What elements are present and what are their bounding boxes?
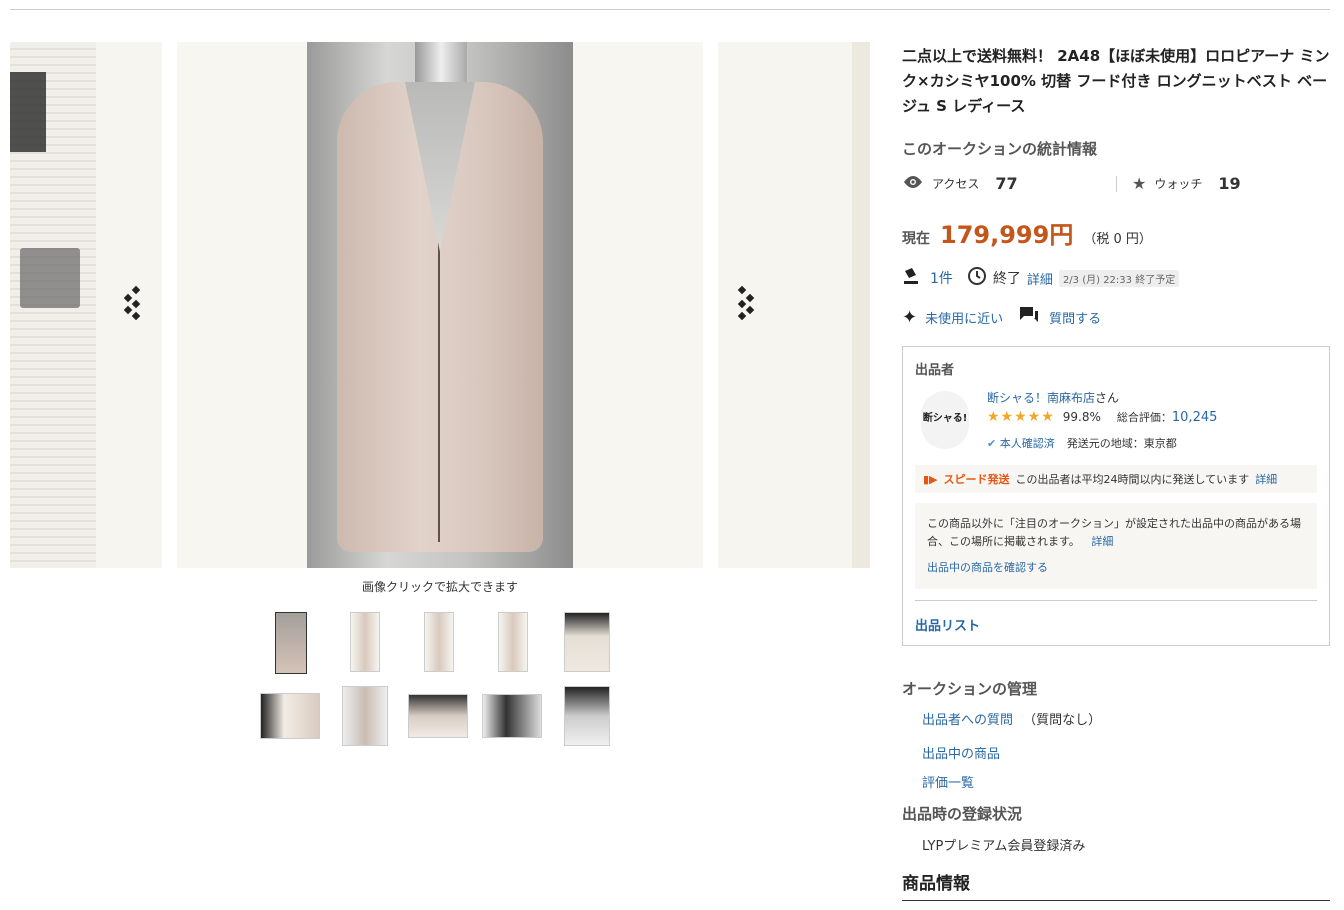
ratings-list-link[interactable]: 評価一覧 — [922, 772, 974, 791]
zoom-hint: 画像クリックで拡大できます — [361, 580, 518, 594]
eye-icon — [902, 175, 924, 192]
product-photo[interactable] — [307, 42, 573, 568]
thumbnail[interactable] — [260, 693, 320, 739]
ask-question-link[interactable]: 質問する — [1049, 308, 1101, 327]
seller-box: 出品者 断シャる! 断シャる！南麻布店さん ★★★★★ 99.8% 総合評価： … — [902, 346, 1330, 646]
stats-heading: このオークションの統計情報 — [902, 140, 1098, 158]
hammer-icon — [902, 267, 924, 289]
bid-info: 1件 終了 詳細 2/3 (月) 22:33 終了予定 — [902, 266, 1180, 290]
seller-question-link[interactable]: 出品者への質問 — [922, 713, 1013, 728]
clock-icon — [967, 266, 987, 290]
rating-stars-icon: ★★★★★ — [987, 409, 1055, 425]
seller-divider — [915, 600, 1317, 601]
shield-check-icon: ✔ — [987, 437, 997, 450]
product-info-divider — [902, 900, 1330, 901]
auction-status: 終了 — [992, 271, 1021, 287]
next-arrow-icon[interactable] — [730, 285, 760, 325]
product-info-heading: 商品情報 — [902, 874, 970, 894]
thumbnail[interactable] — [350, 612, 380, 672]
verified-link[interactable]: 本人確認済 — [1000, 437, 1055, 450]
tax-amount: （税 0 円） — [1083, 232, 1152, 247]
current-price: 179,999円 — [940, 221, 1074, 249]
question-row: 出品者への質問 （質問なし） — [922, 709, 1101, 728]
top-divider — [10, 9, 1330, 10]
seller-verify: ✔ 本人確認済 発送元の地域：東京都 — [987, 435, 1177, 451]
condition-link[interactable]: 未使用に近い — [925, 308, 1003, 327]
seller-name-link[interactable]: 断シャる！南麻布店 — [987, 391, 1095, 405]
thumbnail[interactable] — [424, 612, 454, 672]
stats-divider — [1116, 176, 1117, 192]
end-time-badge: 2/3 (月) 22:33 終了予定 — [1058, 269, 1180, 287]
question-note: （質問なし） — [1023, 713, 1102, 728]
chat-icon — [1019, 306, 1041, 328]
image-carousel[interactable] — [10, 42, 870, 568]
end-detail-link[interactable]: 詳細 — [1027, 269, 1053, 288]
featured-notice: この商品以外に「注目のオークション」が設定された出品中の商品がある場合、この場所… — [915, 503, 1317, 589]
thumbnail[interactable] — [482, 694, 542, 738]
notice-detail-link[interactable]: 詳細 — [1091, 535, 1113, 548]
notice-items-link[interactable]: 出品中の商品を確認する — [927, 559, 1305, 577]
listed-items-link[interactable]: 出品中の商品 — [922, 743, 1000, 762]
access-stat: アクセス 77 — [902, 174, 1018, 193]
truck-icon: ▮▶ — [923, 472, 938, 486]
price-row: 現在 179,999円 （税 0 円） — [902, 215, 1152, 250]
speed-text: この出品者は平均24時間以内に発送しています — [1015, 473, 1250, 486]
prev-arrow-icon[interactable] — [120, 285, 150, 325]
tags-row: ✦ 未使用に近い 質問する — [902, 306, 1101, 328]
thumbnail[interactable] — [564, 686, 610, 746]
thumbnail[interactable] — [564, 612, 610, 672]
thumbnail[interactable] — [498, 612, 528, 672]
main-product-image[interactable] — [177, 42, 703, 568]
registration-heading: 出品時の登録状況 — [902, 805, 1023, 823]
registration-status: LYPプレミアム会員登録済み — [922, 839, 1086, 854]
seller-suffix: さん — [1095, 391, 1120, 405]
thumbnail[interactable] — [408, 694, 468, 738]
seller-avatar[interactable]: 断シャる! — [921, 391, 969, 449]
notice-text: この商品以外に「注目のオークション」が設定された出品中の商品がある場合、この場所… — [927, 517, 1301, 548]
sparkle-icon: ✦ — [902, 306, 918, 328]
watch-value: 19 — [1218, 174, 1241, 193]
access-value: 77 — [995, 174, 1018, 193]
speed-detail-link[interactable]: 詳細 — [1255, 471, 1277, 487]
total-rating-label: 総合評価： — [1116, 411, 1172, 424]
bid-count[interactable]: 1件 — [930, 268, 953, 288]
thumbnail[interactable] — [342, 686, 388, 746]
ship-region: 発送元の地域：東京都 — [1066, 437, 1177, 450]
seller-list-link[interactable]: 出品リスト — [915, 615, 980, 634]
seller-name-row: 断シャる！南麻布店さん — [987, 389, 1119, 406]
speed-label: スピード発送 — [943, 473, 1010, 486]
thumbnail[interactable] — [275, 612, 307, 674]
access-label: アクセス — [932, 177, 980, 191]
rating-percent: 99.8% — [1062, 410, 1101, 424]
seller-heading: 出品者 — [915, 363, 955, 378]
watch-stat: ★ ウォッチ 19 — [1132, 174, 1241, 193]
price-label: 現在 — [902, 231, 930, 247]
star-icon: ★ — [1132, 174, 1147, 193]
item-title: 二点以上で送料無料！ 2A48【ほぼ未使用】ロロピアーナ ミンク×カシミヤ100… — [902, 47, 1330, 115]
management-heading: オークションの管理 — [902, 680, 1038, 698]
verified-row: ✔ 本人確認済 — [987, 435, 1055, 451]
speed-shipping-bar: ▮▶ スピード発送 この出品者は平均24時間以内に発送しています 詳細 — [915, 465, 1317, 493]
total-rating-value[interactable]: 10,245 — [1172, 410, 1218, 425]
watch-label: ウォッチ — [1154, 177, 1203, 191]
seller-rating: ★★★★★ 99.8% 総合評価： 10,245 — [987, 409, 1217, 425]
